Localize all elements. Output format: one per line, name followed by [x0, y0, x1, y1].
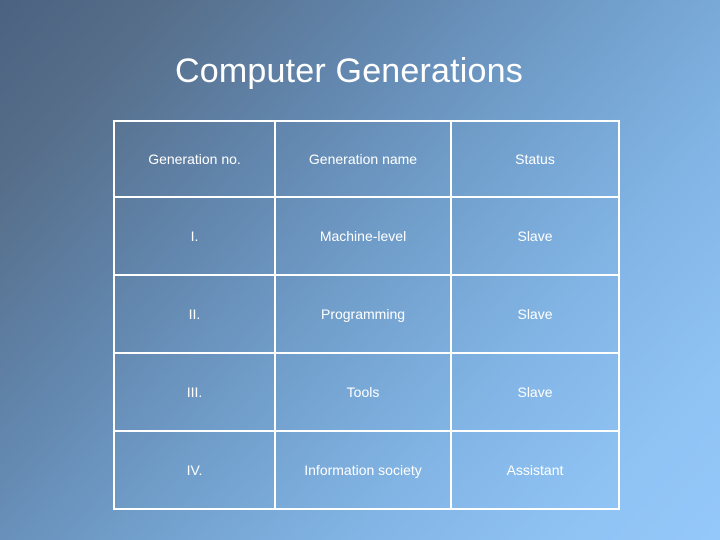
cell-status: Slave — [450, 274, 620, 354]
table-row: III. Tools Slave — [113, 352, 620, 432]
cell-generation-name: Information society — [274, 430, 452, 510]
page-title: Computer Generations — [175, 52, 523, 90]
table-row: II. Programming Slave — [113, 274, 620, 354]
column-header-generation-no: Generation no. — [113, 120, 276, 198]
computer-generations-table: Generation no. Generation name Status I.… — [113, 120, 620, 510]
cell-status: Slave — [450, 352, 620, 432]
cell-generation-name: Machine-level — [274, 196, 452, 276]
cell-status: Slave — [450, 196, 620, 276]
table-row: I. Machine-level Slave — [113, 196, 620, 276]
cell-generation-no: II. — [113, 274, 276, 354]
column-header-status: Status — [450, 120, 620, 198]
table-row: IV. Information society Assistant — [113, 430, 620, 510]
cell-generation-no: III. — [113, 352, 276, 432]
cell-generation-name: Tools — [274, 352, 452, 432]
slide-canvas: Computer Generations Generation no. Gene… — [0, 0, 720, 540]
cell-generation-no: I. — [113, 196, 276, 276]
cell-generation-no: IV. — [113, 430, 276, 510]
column-header-generation-name: Generation name — [274, 120, 452, 198]
cell-status-highlight: Assistant — [450, 430, 620, 510]
table-header-row: Generation no. Generation name Status — [113, 120, 620, 198]
cell-generation-name: Programming — [274, 274, 452, 354]
